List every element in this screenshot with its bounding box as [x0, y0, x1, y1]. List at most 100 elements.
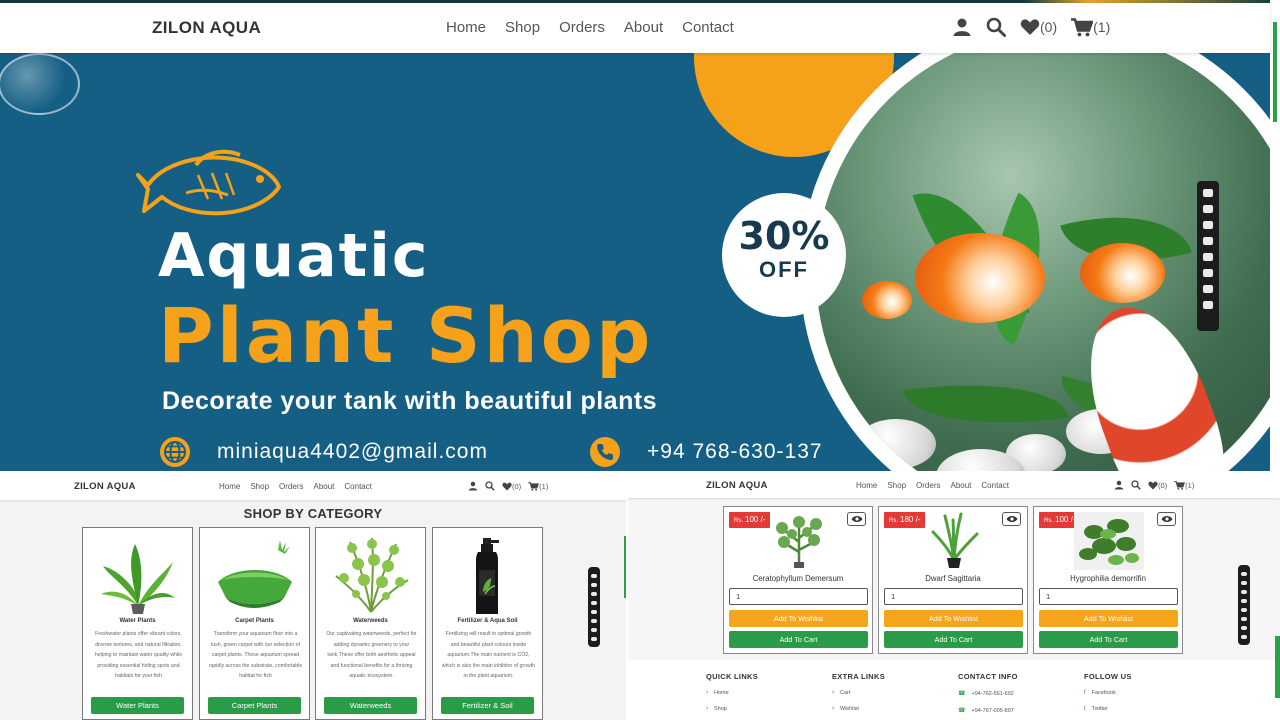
add-to-cart-button[interactable]: Add To Cart — [729, 631, 868, 648]
carpet-plants-button[interactable]: Carpet Plants — [208, 697, 301, 714]
hero-title-line2: Plant Shop — [158, 291, 654, 380]
nav-about[interactable]: About — [313, 482, 334, 491]
fertilizer-bottle-image — [476, 538, 499, 614]
footer-link-facebook[interactable]: f Facebook — [1084, 690, 1132, 696]
fish-logo-icon — [136, 149, 281, 216]
nav-about[interactable]: About — [950, 481, 971, 490]
settings-icon[interactable] — [1241, 634, 1247, 639]
cart-link[interactable]: (1) — [1071, 17, 1111, 37]
eye-icon — [1006, 516, 1017, 522]
nav-about[interactable]: About — [624, 19, 663, 36]
footer-link-home[interactable]: › Home — [706, 690, 758, 696]
footer-link-cart[interactable]: › Cart — [832, 690, 885, 696]
cart-link[interactable]: (1) — [528, 482, 548, 491]
brand-logo[interactable]: ZILON AQUA — [152, 18, 261, 38]
nav-contact[interactable]: Contact — [682, 19, 734, 36]
quick-view-button[interactable] — [1157, 512, 1176, 526]
search-icon[interactable] — [986, 17, 1006, 37]
webcam-icon[interactable] — [1241, 616, 1247, 621]
camera-icon[interactable] — [591, 573, 597, 578]
window-icon[interactable] — [591, 627, 597, 632]
quantity-input[interactable]: 1 — [1039, 588, 1178, 605]
category-page-screenshot: ZILON AQUA Home Shop Orders About Contac… — [0, 472, 626, 720]
footer-link-shop[interactable]: › Shop — [706, 706, 758, 712]
add-to-wishlist-button[interactable]: Add To Wishlist — [729, 610, 868, 627]
quick-view-button[interactable] — [847, 512, 866, 526]
camera-icon[interactable] — [1241, 571, 1247, 576]
mic-icon[interactable] — [591, 600, 597, 605]
cart-count: (1) — [1093, 19, 1111, 35]
webcam-icon[interactable] — [1203, 269, 1213, 277]
screen-recorder-toolbar[interactable] — [588, 567, 600, 647]
discount-off-label: OFF — [759, 257, 809, 282]
quantity-input[interactable]: 1 — [729, 588, 868, 605]
mic-icon[interactable] — [1203, 237, 1213, 245]
window-icon[interactable] — [1241, 625, 1247, 630]
facebook-icon: f — [1084, 690, 1086, 696]
nav-home[interactable]: Home — [219, 482, 240, 491]
nav-home[interactable]: Home — [856, 481, 877, 490]
user-icon[interactable] — [468, 481, 478, 491]
window-icon[interactable] — [1203, 285, 1213, 293]
wishlist-link[interactable]: (0) — [1148, 481, 1167, 490]
footer-heading: EXTRA LINKS — [832, 672, 886, 681]
add-to-wishlist-button[interactable]: Add To Wishlist — [884, 610, 1023, 627]
settings-icon[interactable] — [1203, 301, 1213, 309]
quantity-input[interactable]: 1 — [884, 588, 1023, 605]
nav-orders[interactable]: Orders — [279, 482, 303, 491]
nav-shop[interactable]: Shop — [250, 482, 269, 491]
screen-recorder-toolbar[interactable] — [1197, 181, 1219, 331]
screen-recorder-toolbar[interactable] — [1238, 565, 1250, 645]
nav-contact[interactable]: Contact — [344, 482, 372, 491]
water-plants-button[interactable]: Water Plants — [91, 697, 184, 714]
quick-view-button[interactable] — [1002, 512, 1021, 526]
main-menu: Home Shop Orders About Contact — [856, 481, 1019, 490]
record-icon[interactable] — [1241, 580, 1247, 585]
nav-orders[interactable]: Orders — [559, 19, 605, 36]
waterweeds-button[interactable]: Waterweeds — [324, 697, 417, 714]
nav-contact[interactable]: Contact — [981, 481, 1009, 490]
nav-home[interactable]: Home — [446, 19, 486, 36]
product-card: Rs. 100 /- Ceratophyllum Demersum 1 Add T… — [723, 506, 873, 654]
wishlist-link[interactable]: (0) — [1020, 18, 1057, 36]
brand-logo[interactable]: ZILON AQUA — [74, 481, 136, 492]
record-icon[interactable] — [1203, 205, 1213, 213]
footer-link-wishlist[interactable]: › Wishlist — [832, 706, 885, 712]
bubble-decoration — [0, 53, 80, 115]
mic-icon[interactable] — [1241, 598, 1247, 603]
camera-icon[interactable] — [1203, 189, 1213, 197]
user-icon[interactable] — [1114, 480, 1124, 490]
user-icon[interactable] — [952, 17, 972, 37]
record-icon[interactable] — [591, 582, 597, 587]
settings-icon[interactable] — [591, 636, 597, 641]
cart-icon — [1174, 480, 1186, 490]
right-edge-strip — [1270, 0, 1280, 472]
add-to-cart-button[interactable]: Add To Cart — [884, 631, 1023, 648]
brand-logo[interactable]: ZILON AQUA — [706, 480, 768, 491]
cart-link[interactable]: (1) — [1174, 481, 1194, 490]
footer-phone-1[interactable]: ☎ +94-762-561-692 — [958, 690, 1018, 698]
speaker-icon[interactable] — [1241, 607, 1247, 612]
add-to-cart-button[interactable]: Add To Cart — [1039, 631, 1178, 648]
fertilizer-soil-button[interactable]: Fertilizer & Soil — [441, 697, 534, 714]
footer-link-twitter[interactable]: t Twitter — [1084, 706, 1132, 712]
wishlist-link[interactable]: (0) — [502, 482, 521, 491]
cart-count: (1) — [539, 481, 549, 491]
speaker-icon[interactable] — [591, 609, 597, 614]
chevron-right-icon: › — [832, 706, 834, 712]
cart-icon — [528, 481, 540, 491]
nav-shop[interactable]: Shop — [505, 19, 540, 36]
search-icon[interactable] — [1131, 480, 1141, 490]
add-to-wishlist-button[interactable]: Add To Wishlist — [1039, 610, 1178, 627]
footer-phone-2[interactable]: ☎ +94-767-005-897 — [958, 707, 1018, 715]
search-icon[interactable] — [485, 481, 495, 491]
speaker-icon[interactable] — [1203, 253, 1213, 261]
heart-icon — [1020, 19, 1040, 35]
nav-shop[interactable]: Shop — [887, 481, 906, 490]
webcam-icon[interactable] — [591, 618, 597, 623]
category-title: Waterweeds — [353, 618, 388, 624]
carpet-plant-image — [218, 540, 292, 608]
timer-icon — [591, 591, 597, 596]
nav-orders[interactable]: Orders — [916, 481, 940, 490]
timer-icon — [1241, 589, 1247, 594]
